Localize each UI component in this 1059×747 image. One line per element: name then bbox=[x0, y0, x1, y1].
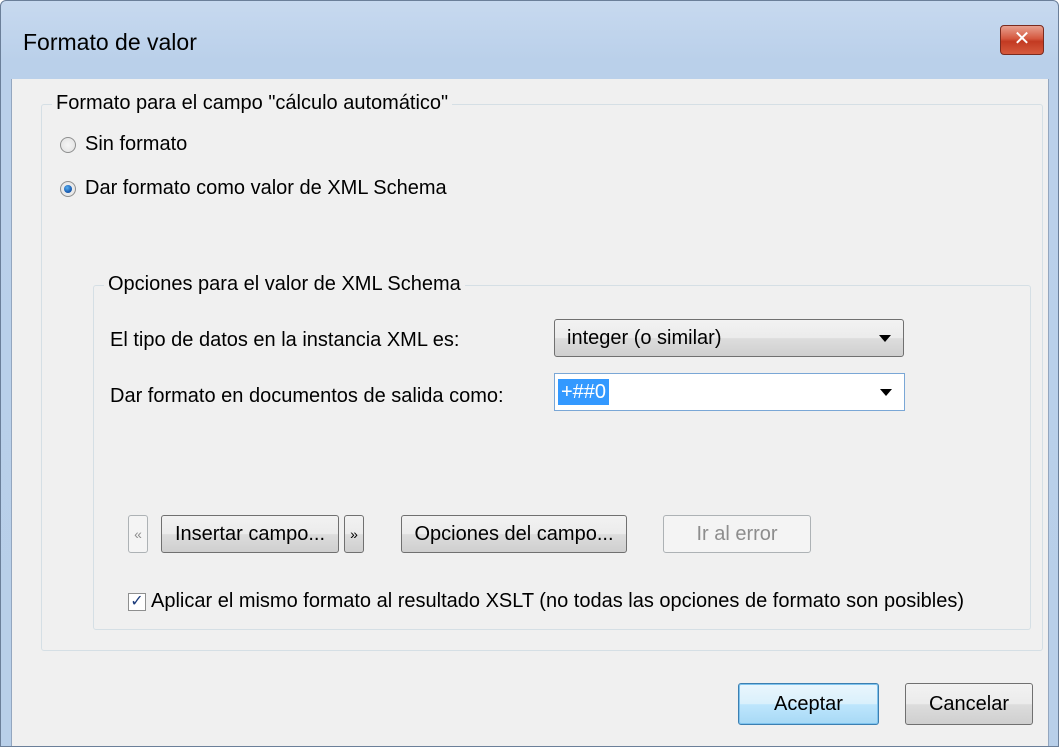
ok-button-label: Aceptar bbox=[774, 692, 843, 715]
datatype-select[interactable]: integer (o similar) bbox=[554, 319, 904, 357]
dialog-window: Formato de valor ✕ Formato para el campo… bbox=[0, 0, 1059, 747]
output-format-combo[interactable]: +##0 bbox=[554, 373, 905, 411]
goto-error-label: Ir al error bbox=[696, 522, 778, 545]
chevron-down-icon[interactable] bbox=[880, 389, 892, 396]
apply-xslt-label: Aplicar el mismo formato al resultado XS… bbox=[151, 590, 964, 612]
radio-no-format-circle[interactable] bbox=[60, 136, 76, 153]
schema-options-legend: Opciones para el valor de XML Schema bbox=[104, 273, 465, 296]
insert-field-button[interactable]: Insertar campo... bbox=[161, 515, 339, 553]
close-button[interactable]: ✕ bbox=[1000, 25, 1044, 55]
apply-xslt-checkbox[interactable]: ✓ bbox=[128, 592, 146, 611]
chevron-down-icon bbox=[879, 335, 891, 342]
insert-field-label: Insertar campo... bbox=[174, 522, 326, 545]
cancel-button-label: Cancelar bbox=[928, 692, 1010, 715]
prev-field-button[interactable]: « bbox=[128, 515, 148, 553]
close-icon: ✕ bbox=[1013, 28, 1031, 50]
apply-xslt-checkbox-row[interactable]: ✓ Aplicar el mismo formato al resultado … bbox=[128, 590, 964, 613]
field-options-button[interactable]: Opciones del campo... bbox=[401, 515, 627, 553]
field-options-label: Opciones del campo... bbox=[414, 522, 614, 545]
radio-schema-format-label: Dar formato como valor de XML Schema bbox=[85, 177, 447, 199]
next-field-button[interactable]: » bbox=[344, 515, 364, 553]
radio-no-format-label: Sin formato bbox=[85, 133, 188, 155]
output-format-label: Dar formato en documentos de salida como… bbox=[110, 385, 504, 407]
prev-field-glyph: « bbox=[134, 526, 142, 542]
ok-button[interactable]: Aceptar bbox=[738, 683, 879, 725]
output-format-input[interactable]: +##0 bbox=[558, 379, 610, 405]
radio-schema-format-circle[interactable] bbox=[60, 180, 76, 197]
cancel-button[interactable]: Cancelar bbox=[905, 683, 1033, 725]
next-field-glyph: » bbox=[350, 526, 358, 542]
radio-schema-format[interactable]: Dar formato como valor de XML Schema bbox=[60, 177, 447, 200]
radio-no-format[interactable]: Sin formato bbox=[60, 133, 187, 156]
datatype-label: El tipo de datos en la instancia XML es: bbox=[110, 329, 460, 351]
goto-error-button[interactable]: Ir al error bbox=[663, 515, 811, 553]
format-group-legend: Formato para el campo "cálculo automátic… bbox=[52, 92, 453, 115]
checkmark-icon: ✓ bbox=[130, 592, 144, 610]
dialog-body: Formato para el campo "cálculo automátic… bbox=[11, 79, 1049, 746]
title-bar[interactable]: Formato de valor ✕ bbox=[1, 1, 1058, 79]
dialog-title: Formato de valor bbox=[23, 29, 197, 55]
datatype-select-value: integer (o similar) bbox=[567, 327, 722, 349]
